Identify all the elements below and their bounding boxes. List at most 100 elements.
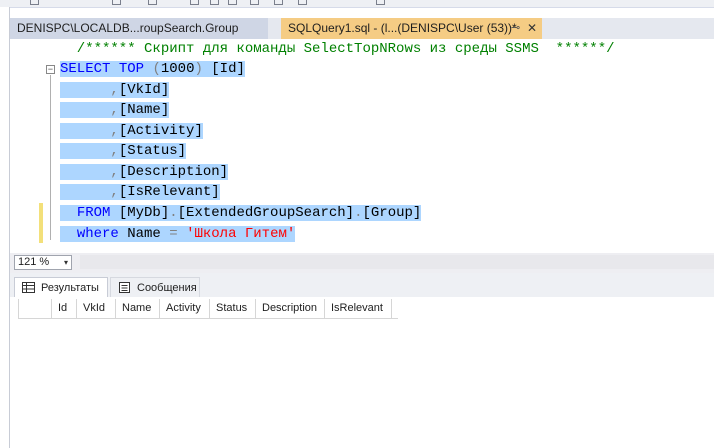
code-token: = [169, 226, 178, 242]
code-line[interactable]: ,[Name] [60, 100, 170, 120]
code-text: /****** Скрипт для команды SelectTopNRow… [60, 41, 615, 57]
change-marker [39, 203, 43, 243]
tab-messages-label: Сообщения [137, 282, 197, 294]
selected-text: ,[Name] [60, 102, 170, 118]
code-token: . [169, 205, 178, 221]
selected-text: ,[Status] [60, 143, 187, 159]
code-token: , [110, 123, 119, 139]
document-tab-bar: DENISPC\LOCALDB...roupSearch.Group SQLQu… [10, 18, 714, 39]
tab-results-label: Результаты [41, 282, 99, 294]
code-token: SELECT [60, 61, 111, 77]
code-line[interactable]: ,[Status] [60, 141, 187, 161]
code-token: FROM [76, 205, 111, 221]
code-token: ( [152, 61, 161, 77]
column-header[interactable]: Status [209, 299, 255, 318]
code-token: [Group] [362, 205, 422, 221]
code-line[interactable]: ,[VkId] [60, 80, 170, 100]
outline-guide [50, 75, 51, 240]
code-line[interactable]: where Name = 'Школа Гитем' [60, 224, 296, 244]
code-token: , [110, 164, 119, 180]
pin-icon[interactable]: ⊸ [511, 18, 520, 39]
column-header[interactable]: VkId [76, 299, 115, 318]
code-token: , [110, 143, 119, 159]
code-token: 1000 [160, 61, 195, 77]
toolbar-icon[interactable] [210, 0, 219, 5]
code-token: , [110, 82, 119, 98]
toolbar-icon[interactable] [298, 0, 307, 5]
results-grid-header: Id VkId Name Activity Status Description… [18, 299, 398, 319]
code-token: 'Школа Гитем' [186, 226, 296, 242]
selected-text: FROM [MyDb].[ExtendedGroupSearch].[Group… [60, 205, 422, 221]
tab-results[interactable]: Результаты [14, 277, 108, 297]
code-token: ) [194, 61, 203, 77]
toolbar-icon[interactable] [274, 0, 283, 5]
code-token: [Status] [118, 143, 187, 159]
code-token: , [110, 184, 119, 200]
code-token: Name [118, 226, 170, 242]
code-token: [VkId] [118, 82, 170, 98]
code-line[interactable]: /****** Скрипт для команды SelectTopNRow… [60, 39, 615, 59]
column-header[interactable]: IsRelevant [324, 299, 392, 318]
code-line[interactable]: SELECT TOP (1000) [Id] [60, 59, 245, 79]
toolbar-icon[interactable] [30, 0, 39, 5]
code-line[interactable]: FROM [MyDb].[ExtendedGroupSearch].[Group… [60, 203, 422, 223]
code-line[interactable]: ,[IsRelevant] [60, 182, 220, 202]
close-icon[interactable]: ✕ [527, 18, 537, 39]
toolbar-icon[interactable] [148, 0, 157, 5]
selected-text: SELECT TOP (1000) [Id] [60, 61, 245, 77]
column-header[interactable]: Id [51, 299, 76, 318]
editor-status-bar: 121 % ▾ [10, 253, 714, 273]
code-token: [Name] [118, 102, 170, 118]
toolbar-icon[interactable] [228, 0, 237, 5]
tab-sqlquery1[interactable]: SQLQuery1.sql - (l...(DENISPC\User (53))… [281, 18, 542, 39]
code-token: where [76, 226, 119, 242]
horizontal-scrollbar[interactable] [80, 255, 714, 269]
zoom-dropdown[interactable]: 121 % ▾ [14, 255, 72, 270]
code-token: [Activity] [118, 123, 203, 139]
selected-text: where Name = 'Школа Гитем' [60, 226, 296, 242]
selected-text: ,[Description] [60, 164, 229, 180]
selected-text: ,[VkId] [60, 82, 170, 98]
column-header[interactable]: Name [115, 299, 159, 318]
code-line[interactable]: ,[Activity] [60, 121, 203, 141]
toolbar-icon[interactable] [250, 0, 259, 5]
code-token: [Id] [202, 61, 245, 77]
results-tab-bar: Результаты Сообщения [10, 273, 714, 298]
column-header[interactable]: Description [255, 299, 324, 318]
selected-text: ,[Activity] [60, 123, 203, 139]
code-token: , [110, 102, 119, 118]
code-token: [ExtendedGroupSearch] [177, 205, 355, 221]
code-token: TOP [118, 61, 145, 77]
row-header-corner[interactable] [18, 299, 51, 318]
toolbar-icon[interactable] [190, 0, 199, 5]
tab-label: DENISPC\LOCALDB...roupSearch.Group [17, 21, 239, 35]
toolbar-icon[interactable] [376, 0, 385, 5]
results-grid[interactable]: Id VkId Name Activity Status Description… [10, 297, 714, 448]
object-explorer-edge [0, 7, 10, 448]
column-header[interactable]: Activity [159, 299, 209, 318]
collapse-icon[interactable]: − [46, 65, 55, 75]
code-token: [IsRelevant] [118, 184, 220, 200]
toolbar [0, 0, 714, 8]
zoom-value: 121 % [18, 256, 50, 268]
code-token: /****** Скрипт для команды SelectTopNRow… [60, 41, 615, 57]
grid-icon [22, 282, 35, 293]
code-line[interactable]: ,[Description] [60, 162, 229, 182]
tab-group-table[interactable]: DENISPC\LOCALDB...roupSearch.Group [10, 18, 268, 39]
chevron-down-icon: ▾ [63, 258, 68, 267]
query-editor[interactable]: − /****** Скрипт для команды SelectTopNR… [10, 39, 714, 253]
selected-text: ,[IsRelevant] [60, 184, 220, 200]
code-token: [Description] [118, 164, 229, 180]
toolbar-icon[interactable] [112, 0, 121, 5]
tab-messages[interactable]: Сообщения [110, 277, 200, 297]
